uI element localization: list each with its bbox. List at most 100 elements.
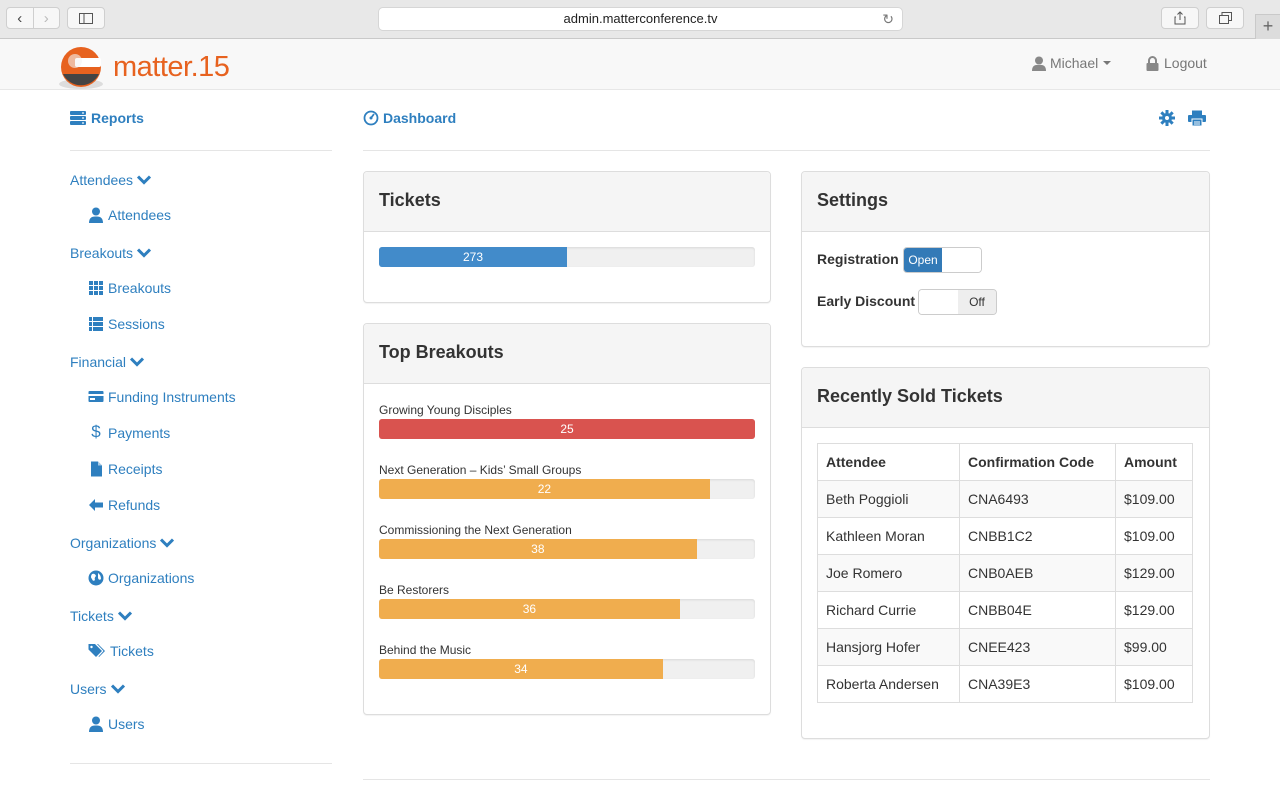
registration-toggle[interactable]: Open [903, 247, 982, 273]
table-row: Roberta Andersen CNA39E3 $109.00 [817, 665, 1193, 703]
main-divider-bottom [363, 779, 1210, 780]
breakout-progress: 25 [379, 419, 755, 439]
main-divider-top [363, 150, 1210, 151]
user-name: Michael [1050, 55, 1099, 71]
caret-down-icon [1103, 61, 1112, 65]
url-text: admin.matterconference.tv [563, 11, 718, 26]
chevron-down-icon [137, 175, 152, 185]
item-label: Breakouts [108, 280, 172, 296]
user-menu[interactable]: Michael [1032, 55, 1112, 71]
sidebar-item-funding-instruments[interactable]: Funding Instruments [88, 389, 236, 405]
top-navbar: matter.15 Michael Logout [0, 39, 1280, 90]
user-icon [89, 716, 103, 732]
sidebar-item-tickets[interactable]: Tickets [88, 643, 154, 659]
table-body: Beth Poggioli CNA6493 $109.00 Kathleen Mora… [817, 480, 1193, 703]
credit-card-icon [88, 391, 104, 402]
user-icon [89, 207, 103, 223]
breakout-name: Be Restorers [379, 583, 450, 597]
table-row: Richard Currie CNBB04E $129.00 [817, 591, 1193, 629]
address-bar[interactable]: admin.matterconference.tv ↻ [378, 7, 903, 31]
section-label: Users [70, 681, 107, 697]
item-label: Funding Instruments [108, 389, 236, 405]
tags-icon [88, 644, 105, 657]
gear-icon[interactable] [1159, 110, 1175, 126]
breakout-name: Next Generation – Kids’ Small Groups [379, 463, 582, 477]
arrow-left-icon [89, 499, 103, 511]
forward-icon[interactable]: › [32, 8, 60, 28]
sidebar-divider-top [70, 150, 332, 151]
breakout-name: Behind the Music [379, 643, 472, 657]
dollar-icon: $ [91, 422, 101, 441]
sidebar-divider-bottom [70, 763, 332, 764]
early-discount-label: Early Discount [817, 293, 916, 309]
sidebar-item-attendees[interactable]: Attendees [88, 207, 171, 223]
breakout-progress-bar: 34 [379, 659, 663, 679]
back-icon[interactable]: ‹ [7, 8, 33, 28]
settings-panel-title: Settings [802, 172, 1209, 232]
sidebar-section-financial[interactable]: Financial [70, 354, 145, 370]
sidebar-item-breakouts[interactable]: Breakouts [88, 280, 171, 296]
breakout-progress-bar: 36 [379, 599, 680, 619]
table-cell: $109.00 [1115, 665, 1193, 703]
item-label: Organizations [108, 570, 195, 586]
table-header-row: Attendee Confirmation Code Amount [817, 443, 1193, 481]
sidebar-section-users[interactable]: Users [70, 681, 125, 697]
sidebar-section-attendees[interactable]: Attendees [70, 172, 152, 188]
item-label: Tickets [110, 643, 154, 659]
reload-icon[interactable]: ↻ [882, 8, 894, 30]
breakout-progress: 38 [379, 539, 755, 559]
item-label: Payments [108, 425, 171, 441]
breakout-progress: 34 [379, 659, 755, 679]
sidebar-item-sessions[interactable]: Sessions [88, 316, 165, 332]
dashboard-icon [363, 110, 379, 126]
table-row: Kathleen Moran CNBB1C2 $109.00 [817, 517, 1193, 555]
brand-logo[interactable]: matter.15 [55, 44, 245, 90]
table-cell: $99.00 [1115, 628, 1193, 666]
sidebar-section-breakouts[interactable]: Breakouts [70, 245, 152, 261]
logo-wordmark: matter.15 [113, 51, 230, 83]
table-row: Beth Poggioli CNA6493 $109.00 [817, 480, 1193, 518]
item-label: Refunds [108, 497, 161, 513]
grid-icon [89, 281, 103, 295]
logout-label: Logout [1164, 55, 1207, 71]
section-label: Financial [70, 354, 127, 370]
column-header: Amount [1115, 443, 1193, 481]
print-icon[interactable] [1188, 110, 1206, 126]
list-icon [89, 317, 103, 331]
sidebar-item-users[interactable]: Users [88, 716, 145, 732]
server-icon [70, 111, 86, 125]
section-label: Breakouts [70, 245, 134, 261]
chevron-down-icon [160, 538, 175, 548]
recent-tickets-panel: Recently Sold Tickets Attendee Confirmat… [801, 367, 1210, 739]
early-discount-state: Off [957, 290, 996, 314]
file-icon [91, 461, 102, 477]
table-cell: Roberta Andersen [817, 665, 960, 703]
chevron-down-icon [110, 684, 125, 694]
sidebar-section-tickets[interactable]: Tickets [70, 608, 132, 624]
tabs-icon [1218, 12, 1232, 24]
early-discount-toggle[interactable]: Off [918, 289, 997, 315]
table-row: Joe Romero CNB0AEB $129.00 [817, 554, 1193, 592]
top-breakouts-title: Top Breakouts [364, 324, 770, 384]
table-cell: CNBB1C2 [959, 517, 1116, 555]
reports-header[interactable]: Reports [70, 110, 144, 126]
table-cell: CNEE423 [959, 628, 1116, 666]
new-tab-button[interactable]: + [1255, 14, 1280, 39]
sidebar-item-organizations[interactable]: Organizations [88, 570, 194, 586]
sidebar-item-refunds[interactable]: Refunds [88, 497, 160, 513]
sidebar-item-payments[interactable]: $ Payments [88, 422, 171, 441]
history-nav: ‹ › [6, 7, 60, 29]
sidebar-toggle-button[interactable] [67, 7, 105, 29]
tabs-button[interactable] [1206, 7, 1244, 29]
logout-link[interactable]: Logout [1146, 55, 1207, 71]
tickets-panel: Tickets 273 [363, 171, 771, 303]
breakout-name: Commissioning the Next Generation [379, 523, 572, 537]
recent-tickets-table: Attendee Confirmation Code Amount Beth P… [817, 443, 1193, 703]
chevron-down-icon [137, 248, 152, 258]
dashboard-header[interactable]: Dashboard [363, 110, 456, 126]
sidebar-item-receipts[interactable]: Receipts [88, 461, 162, 477]
table-cell: CNA39E3 [959, 665, 1116, 703]
share-button[interactable] [1161, 7, 1199, 29]
table-cell: $129.00 [1115, 591, 1193, 629]
sidebar-section-organizations[interactable]: Organizations [70, 535, 175, 551]
